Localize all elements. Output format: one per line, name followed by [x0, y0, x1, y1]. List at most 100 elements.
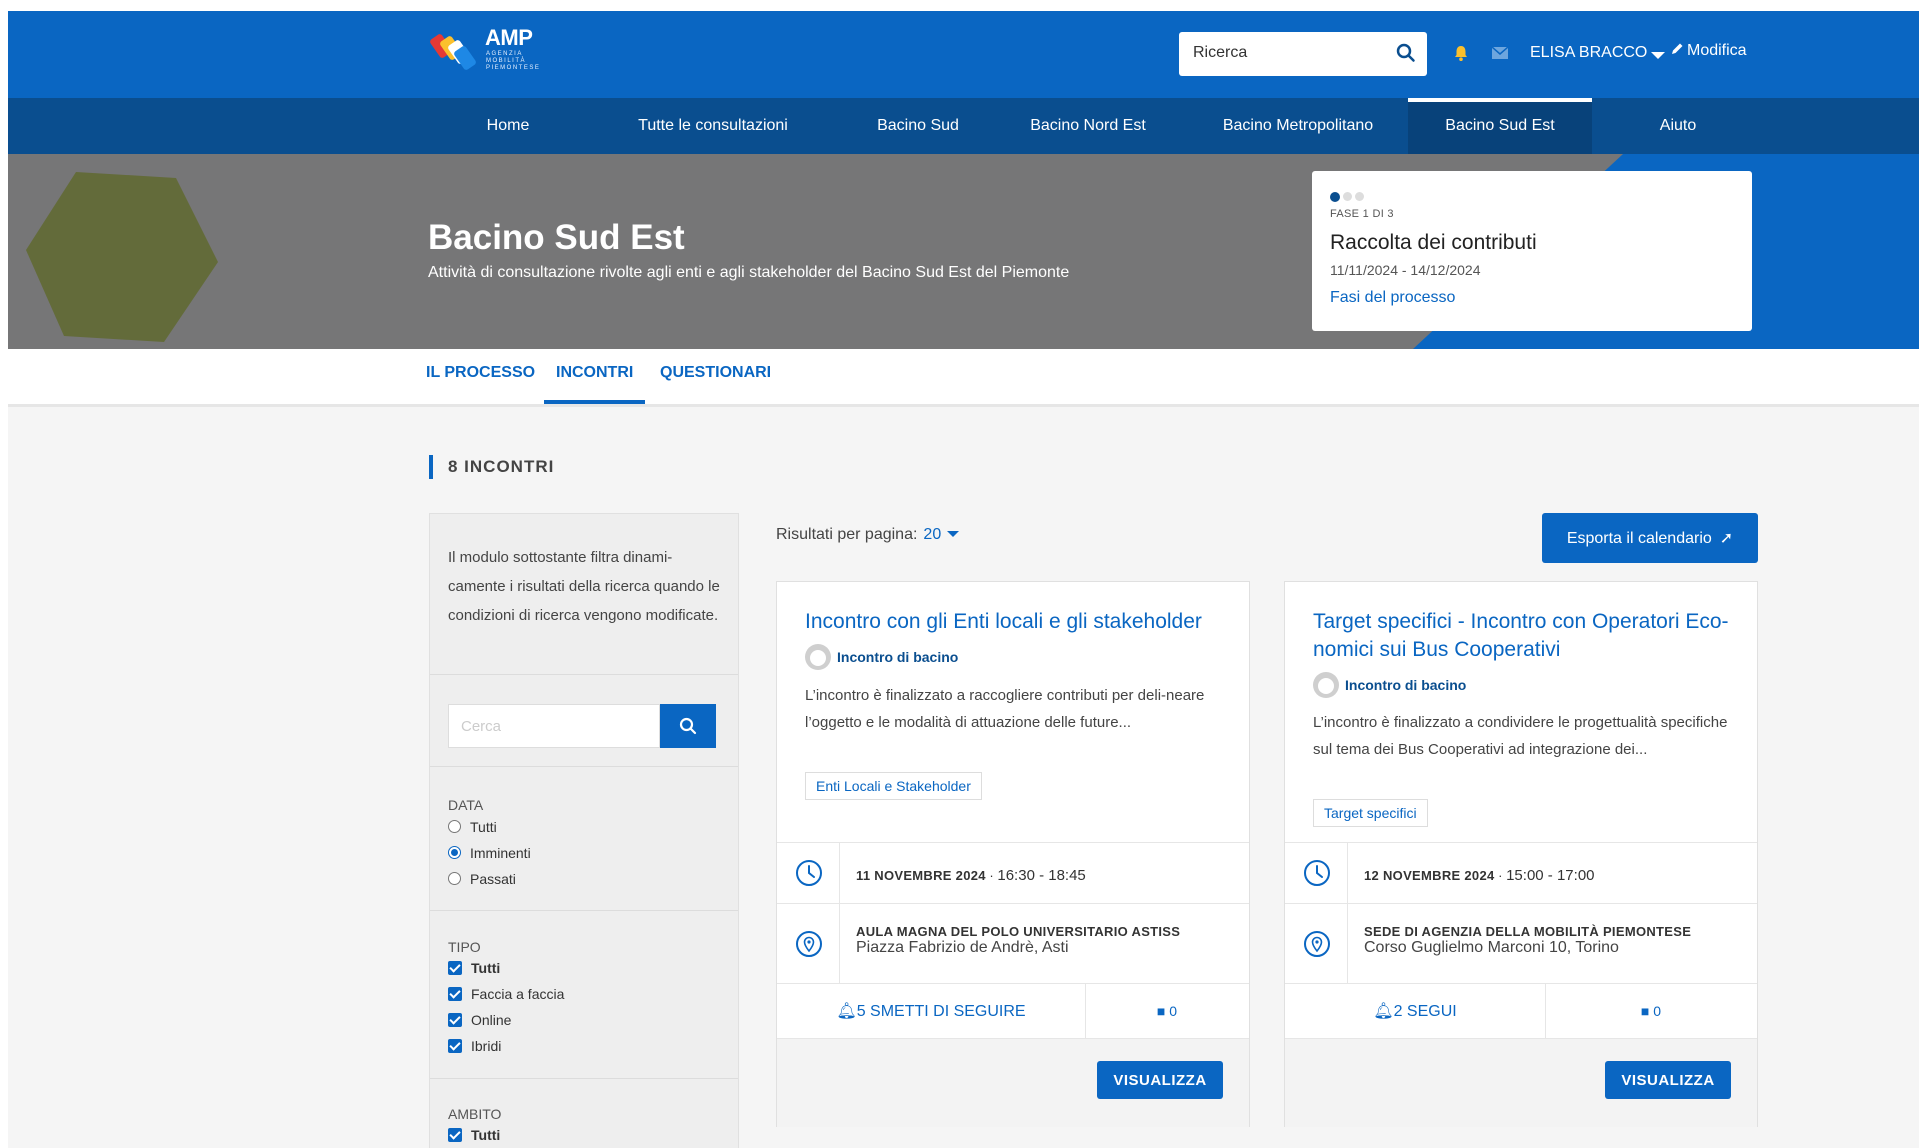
- divider: [430, 1078, 738, 1079]
- filter-tipo-option-tutti[interactable]: Tutti: [448, 960, 500, 976]
- section-accent-bar: [429, 455, 433, 479]
- hexagon-decoration: [26, 172, 218, 342]
- meeting-tag[interactable]: Enti Locali e Stakeholder: [805, 772, 982, 800]
- filter-tipo-title: TIPO: [448, 939, 481, 955]
- divider: [430, 910, 738, 911]
- phase-card: FASE 1 DI 3 Raccolta dei contributi 11/1…: [1312, 171, 1752, 331]
- checkbox-checked-icon: [448, 961, 462, 975]
- phase-process-link[interactable]: Fasi del processo: [1330, 289, 1455, 307]
- top-header: AMP AGENZIA MOBILITÀ PIEMONTESE ELISA BR…: [8, 11, 1919, 98]
- bell-icon[interactable]: [1452, 44, 1470, 62]
- location-pin-icon: [796, 931, 822, 957]
- radio-icon: [448, 820, 461, 833]
- meeting-date-row: 11 NOVEMBRE 2024 · 16:30 - 18:45: [777, 842, 1249, 904]
- checkbox-checked-icon: [448, 1128, 462, 1142]
- phase-dot-active: [1330, 191, 1340, 202]
- meeting-date: 12 NOVEMBRE 2024: [1364, 868, 1495, 883]
- filter-search[interactable]: [448, 704, 660, 748]
- follow-button[interactable]: 🔔︎5 SMETTI DI SEGUIRE: [777, 984, 1086, 1039]
- filter-data-title: DATA: [448, 797, 484, 813]
- comment-icon: ■: [1640, 1003, 1650, 1019]
- venue-address: Piazza Fabrizio de Andrè, Asti: [856, 939, 1069, 956]
- row-icon-cell: [1285, 904, 1348, 984]
- user-menu[interactable]: ELISA BRACCO: [1530, 44, 1647, 62]
- filter-search-input[interactable]: [459, 717, 653, 736]
- phase-dates: 11/11/2024 - 14/12/2024: [1330, 262, 1481, 278]
- logo-text: AMP: [485, 25, 533, 50]
- comments-count[interactable]: ■ 0: [1545, 984, 1757, 1039]
- page-title: Bacino Sud Est: [428, 218, 685, 257]
- filter-search-button[interactable]: [660, 704, 716, 748]
- filter-data-option-imminenti[interactable]: Imminenti: [448, 845, 531, 861]
- follow-button[interactable]: 🔔︎2 SEGUI: [1285, 984, 1546, 1039]
- chevron-down-icon[interactable]: [947, 531, 960, 537]
- row-icon-cell: [777, 904, 840, 984]
- share-arrow-icon: ➚: [1719, 530, 1734, 547]
- nav-item-bacino-sud[interactable]: Bacino Sud: [848, 98, 988, 154]
- meeting-tag[interactable]: Target specifici: [1313, 799, 1428, 827]
- filter-tipo-option-faccia[interactable]: Faccia a faccia: [448, 986, 564, 1002]
- avatar: [805, 644, 831, 670]
- per-page-value[interactable]: 20: [923, 526, 941, 543]
- meeting-time: 16:30 - 18:45: [997, 867, 1086, 884]
- tab-incontri[interactable]: INCONTRI: [543, 349, 646, 404]
- option-label: Tutti: [471, 1127, 501, 1143]
- filter-tipo-option-online[interactable]: Online: [448, 1012, 511, 1028]
- global-search-input[interactable]: [1191, 43, 1385, 63]
- author-label: Incontro di bacino: [837, 649, 959, 665]
- meeting-datetime: 12 NOVEMBRE 2024 · 15:00 - 17:00: [1364, 867, 1595, 884]
- meeting-location-row: SEDE DI AGENZIA DELLA MOBILITÀ PIEMONTES…: [1285, 903, 1757, 984]
- phase-title: Raccolta dei contributi: [1330, 231, 1537, 254]
- phase-dot: [1355, 192, 1364, 202]
- search-icon[interactable]: [1395, 42, 1417, 64]
- follow-bell-icon: 🔔︎: [836, 1003, 857, 1020]
- meeting-time: 15:00 - 17:00: [1506, 867, 1595, 884]
- option-label: Ibridi: [471, 1038, 502, 1054]
- filter-data-option-tutti[interactable]: Tutti: [448, 819, 497, 835]
- view-meeting-button[interactable]: VISUALIZZA: [1097, 1061, 1223, 1099]
- nav-item-bacino-metropolitano[interactable]: Bacino Metropolitano: [1198, 98, 1398, 154]
- meeting-title[interactable]: Target specifici - Incontro con Operator…: [1313, 608, 1743, 664]
- meeting-date: 11 NOVEMBRE 2024: [856, 868, 986, 883]
- card-footer: VISUALIZZA: [1285, 1038, 1757, 1127]
- view-meeting-button[interactable]: VISUALIZZA: [1605, 1061, 1731, 1099]
- meeting-datetime: 11 NOVEMBRE 2024 · 16:30 - 18:45: [856, 867, 1086, 884]
- nav-item-bacino-nord-est[interactable]: Bacino Nord Est: [1008, 98, 1168, 154]
- filter-tipo-option-ibridi[interactable]: Ibridi: [448, 1038, 501, 1054]
- avatar: [1313, 672, 1339, 698]
- row-icon-cell: [1285, 843, 1348, 904]
- meeting-author[interactable]: Incontro di bacino: [805, 644, 958, 670]
- location-pin-icon: [1304, 931, 1330, 957]
- follow-bell-icon: 🔔︎: [1373, 1003, 1394, 1020]
- filter-data-option-passati[interactable]: Passati: [448, 871, 516, 887]
- export-calendar-button[interactable]: Esporta il calendario ➚: [1542, 513, 1758, 563]
- nav-item-bacino-sud-est[interactable]: Bacino Sud Est: [1408, 98, 1592, 154]
- filter-intro: Il modulo sottostante filtra dinami-came…: [448, 549, 720, 624]
- nav-item-aiuto[interactable]: Aiuto: [1618, 98, 1738, 154]
- edit-profile-label: Modifica: [1687, 42, 1747, 59]
- comments-label: 0: [1169, 1003, 1178, 1019]
- mail-icon[interactable]: [1492, 47, 1508, 59]
- edit-profile-link[interactable]: Modifica: [1670, 42, 1747, 60]
- filter-ambito-title: AMBITO: [448, 1106, 502, 1122]
- option-label: Faccia a faccia: [471, 986, 565, 1002]
- tab-il-processo[interactable]: IL PROCESSO: [426, 349, 535, 401]
- global-search[interactable]: [1179, 32, 1427, 76]
- tab-questionari[interactable]: QUESTIONARI: [660, 349, 771, 401]
- comments-count[interactable]: ■ 0: [1085, 984, 1249, 1039]
- export-calendar-label: Esporta il calendario: [1566, 530, 1712, 547]
- author-label: Incontro di bacino: [1345, 677, 1467, 693]
- meeting-venue: AULA MAGNA DEL POLO UNIVERSITARIO ASTISS…: [856, 924, 1180, 957]
- nav-item-home[interactable]: Home: [448, 98, 568, 154]
- meeting-card: Target specifici - Incontro con Operator…: [1284, 581, 1758, 1127]
- filter-ambito-option-tutti[interactable]: Tutti: [448, 1127, 500, 1143]
- venue-address: Corso Guglielmo Marconi 10, Torino: [1364, 939, 1619, 956]
- meeting-title[interactable]: Incontro con gli Enti locali e gli stake…: [805, 608, 1235, 636]
- meeting-venue: SEDE DI AGENZIA DELLA MOBILITÀ PIEMONTES…: [1364, 924, 1691, 957]
- meeting-author[interactable]: Incontro di bacino: [1313, 672, 1466, 698]
- filter-sidebar: Il modulo sottostante filtra dinami-came…: [429, 513, 739, 1148]
- pencil-icon: [1672, 43, 1683, 54]
- results-per-page[interactable]: Risultati per pagina: 20: [776, 526, 960, 544]
- chevron-down-icon[interactable]: [1651, 52, 1665, 59]
- nav-item-all-consultations[interactable]: Tutte le consultazioni: [603, 98, 823, 154]
